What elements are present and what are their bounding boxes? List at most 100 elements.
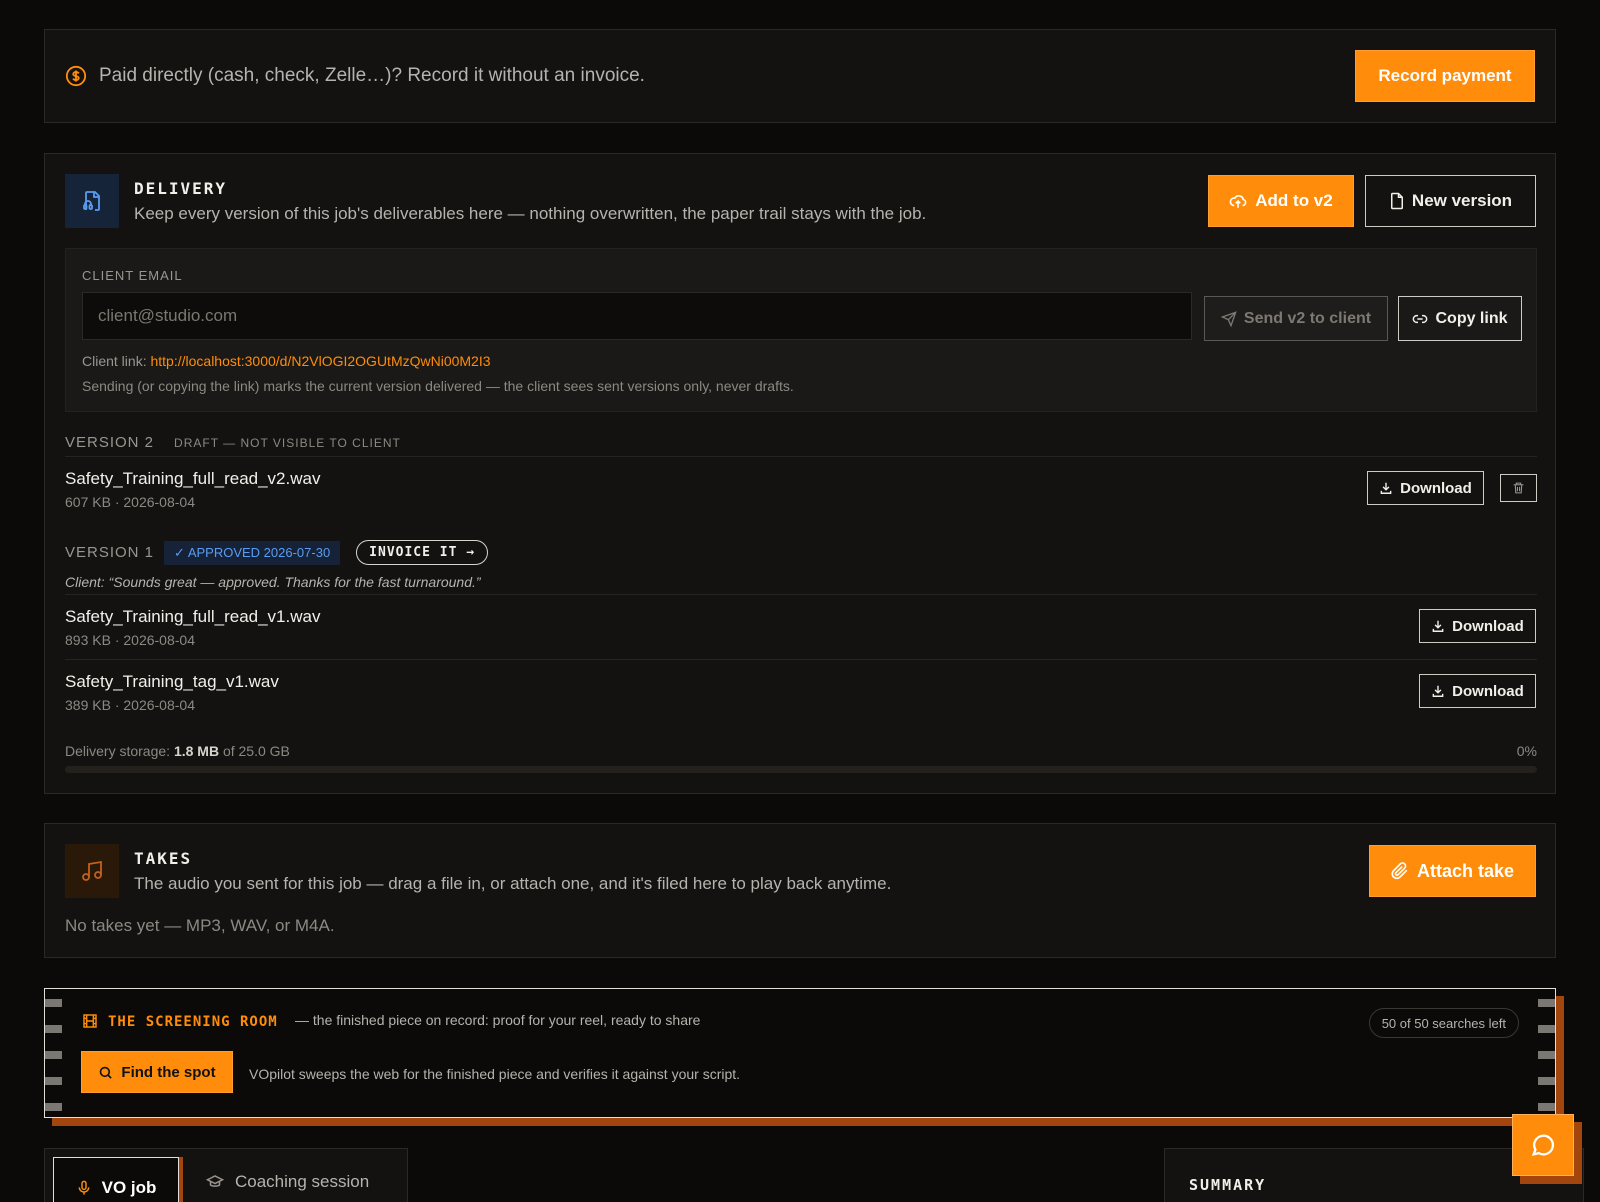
film-sprocket xyxy=(1538,1103,1555,1111)
client-email-label: CLIENT EMAIL xyxy=(82,268,183,283)
approved-badge: ✓ APPROVED 2026-07-30 xyxy=(164,540,341,565)
add-to-version-button[interactable]: Add to v2 xyxy=(1208,175,1354,227)
file-name: Safety_Training_full_read_v2.wav xyxy=(65,469,321,488)
client-link-url[interactable]: http://localhost:3000/d/N2VlOGI2OGUtMzQw… xyxy=(150,353,490,369)
download-button[interactable]: Download xyxy=(1419,674,1536,708)
divider xyxy=(65,594,1537,595)
film-sprocket xyxy=(45,1077,62,1085)
paperclip-icon xyxy=(1391,862,1408,880)
find-the-spot-label: Find the spot xyxy=(121,1063,216,1081)
attach-take-button[interactable]: Attach take xyxy=(1369,845,1536,897)
attach-take-label: Attach take xyxy=(1416,860,1515,881)
storage-percent: 0% xyxy=(1516,743,1537,759)
storage-progress-bar xyxy=(65,766,1537,773)
searches-left-badge: 50 of 50 searches left xyxy=(1368,1008,1519,1038)
film-sprocket xyxy=(1538,1077,1555,1085)
divider xyxy=(65,659,1537,660)
new-version-button[interactable]: New version xyxy=(1365,175,1536,227)
payment-text: Paid directly (cash, check, Zelle…)? Rec… xyxy=(99,65,645,86)
client-email-section: CLIENT EMAIL Send v2 to client Copy link… xyxy=(65,248,1537,412)
takes-title: TAKES xyxy=(134,849,193,868)
payment-banner: Paid directly (cash, check, Zelle…)? Rec… xyxy=(44,29,1556,123)
file-plus-icon xyxy=(1390,192,1403,210)
find-the-spot-button[interactable]: Find the spot xyxy=(81,1051,233,1093)
copy-link-label: Copy link xyxy=(1435,309,1508,327)
download-label: Download xyxy=(1452,682,1524,700)
copy-link-button[interactable]: Copy link xyxy=(1398,296,1522,341)
film-sprocket xyxy=(45,999,62,1007)
download-button[interactable]: Download xyxy=(1419,609,1536,643)
add-to-version-label: Add to v2 xyxy=(1255,191,1333,210)
version-2-header: VERSION 2 DRAFT — NOT VISIBLE TO CLIENT xyxy=(65,434,1537,451)
screening-subtitle: — the finished piece on record: proof fo… xyxy=(295,1012,701,1028)
tab-coaching-label: Coaching session xyxy=(235,1172,370,1191)
dollar-circle-icon xyxy=(65,65,87,87)
record-payment-button[interactable]: Record payment xyxy=(1355,50,1535,102)
download-icon xyxy=(1380,482,1392,494)
file-row: Safety_Training_full_read_v2.wav 607 KB … xyxy=(65,469,1537,510)
chat-bubble-icon xyxy=(1531,1134,1555,1156)
tab-coaching-session[interactable]: Coaching session xyxy=(205,1157,369,1202)
takes-card: TAKES The audio you sent for this job — … xyxy=(44,823,1556,958)
delivery-title: DELIVERY xyxy=(134,179,228,198)
film-icon xyxy=(83,1014,97,1028)
download-label: Download xyxy=(1400,479,1472,497)
storage-info: Delivery storage: 1.8 MB of 25.0 GB 0% xyxy=(65,743,1537,759)
send-icon xyxy=(1220,310,1237,327)
trash-icon xyxy=(1513,482,1524,494)
file-row: Safety_Training_full_read_v1.wav 893 KB … xyxy=(65,607,1537,648)
music-note-icon xyxy=(65,844,119,898)
film-sprocket xyxy=(1538,1025,1555,1033)
delete-button[interactable] xyxy=(1500,474,1537,502)
film-sprocket xyxy=(45,1025,62,1033)
screening-room-card: THE SCREENING ROOM — the finished piece … xyxy=(44,988,1556,1118)
film-sprocket xyxy=(45,1103,62,1111)
takes-description: The audio you sent for this job — drag a… xyxy=(134,874,892,893)
job-type-tabs: VO job Coaching session xyxy=(44,1148,408,1202)
storage-prefix: Delivery storage: xyxy=(65,743,171,759)
version-label: VERSION 1 xyxy=(65,544,155,561)
screening-title: THE SCREENING ROOM xyxy=(108,1014,278,1030)
storage-used: 1.8 MB xyxy=(173,743,220,759)
client-comment: Client: “Sounds great — approved. Thanks… xyxy=(65,574,481,590)
download-icon xyxy=(1432,620,1444,632)
delivery-note: Sending (or copying the link) marks the … xyxy=(82,378,794,394)
takes-empty-state: No takes yet — MP3, WAV, or M4A. xyxy=(65,916,335,935)
screening-description: VOpilot sweeps the web for the finished … xyxy=(249,1066,741,1082)
summary-title: SUMMARY xyxy=(1189,1176,1267,1194)
client-email-input[interactable] xyxy=(82,292,1192,340)
new-version-label: New version xyxy=(1411,191,1513,210)
file-row: Safety_Training_tag_v1.wav 389 KB · 2026… xyxy=(65,672,1537,713)
search-icon xyxy=(100,1066,113,1079)
file-meta: 893 KB · 2026-08-04 xyxy=(65,632,195,648)
chat-button[interactable] xyxy=(1512,1114,1574,1176)
file-meta: 389 KB · 2026-08-04 xyxy=(65,697,195,713)
delivery-card: DELIVERY Keep every version of this job'… xyxy=(44,153,1556,794)
storage-total: of 25.0 GB xyxy=(222,743,290,759)
version-label: VERSION 2 xyxy=(65,434,155,451)
film-sprocket xyxy=(1538,1051,1555,1059)
film-sprocket xyxy=(1538,999,1555,1007)
send-to-client-label: Send v2 to client xyxy=(1243,309,1372,327)
tab-vo-job[interactable]: VO job xyxy=(53,1157,179,1202)
download-icon xyxy=(1432,685,1444,697)
film-sprocket xyxy=(45,1051,62,1059)
invoice-it-button[interactable]: INVOICE IT → xyxy=(356,540,489,565)
graduation-cap-icon xyxy=(205,1175,225,1187)
divider xyxy=(65,456,1537,457)
version-1-header: VERSION 1 ✓ APPROVED 2026-07-30 INVOICE … xyxy=(65,540,1537,565)
client-link-label: Client link: xyxy=(82,353,147,369)
send-to-client-button[interactable]: Send v2 to client xyxy=(1204,296,1388,341)
link-icon xyxy=(1413,314,1428,323)
cloud-upload-icon xyxy=(1229,195,1247,208)
tab-vo-job-label: VO job xyxy=(101,1177,157,1197)
download-button[interactable]: Download xyxy=(1367,471,1484,505)
client-link-line: Client link: http://localhost:3000/d/N2V… xyxy=(82,353,491,369)
file-audio-icon xyxy=(65,174,119,228)
file-meta: 607 KB · 2026-08-04 xyxy=(65,494,195,510)
file-name: Safety_Training_full_read_v1.wav xyxy=(65,607,321,626)
microphone-icon xyxy=(78,1180,90,1195)
delivery-description: Keep every version of this job's deliver… xyxy=(134,204,927,223)
draft-status: DRAFT — NOT VISIBLE TO CLIENT xyxy=(174,435,401,450)
download-label: Download xyxy=(1452,617,1524,635)
